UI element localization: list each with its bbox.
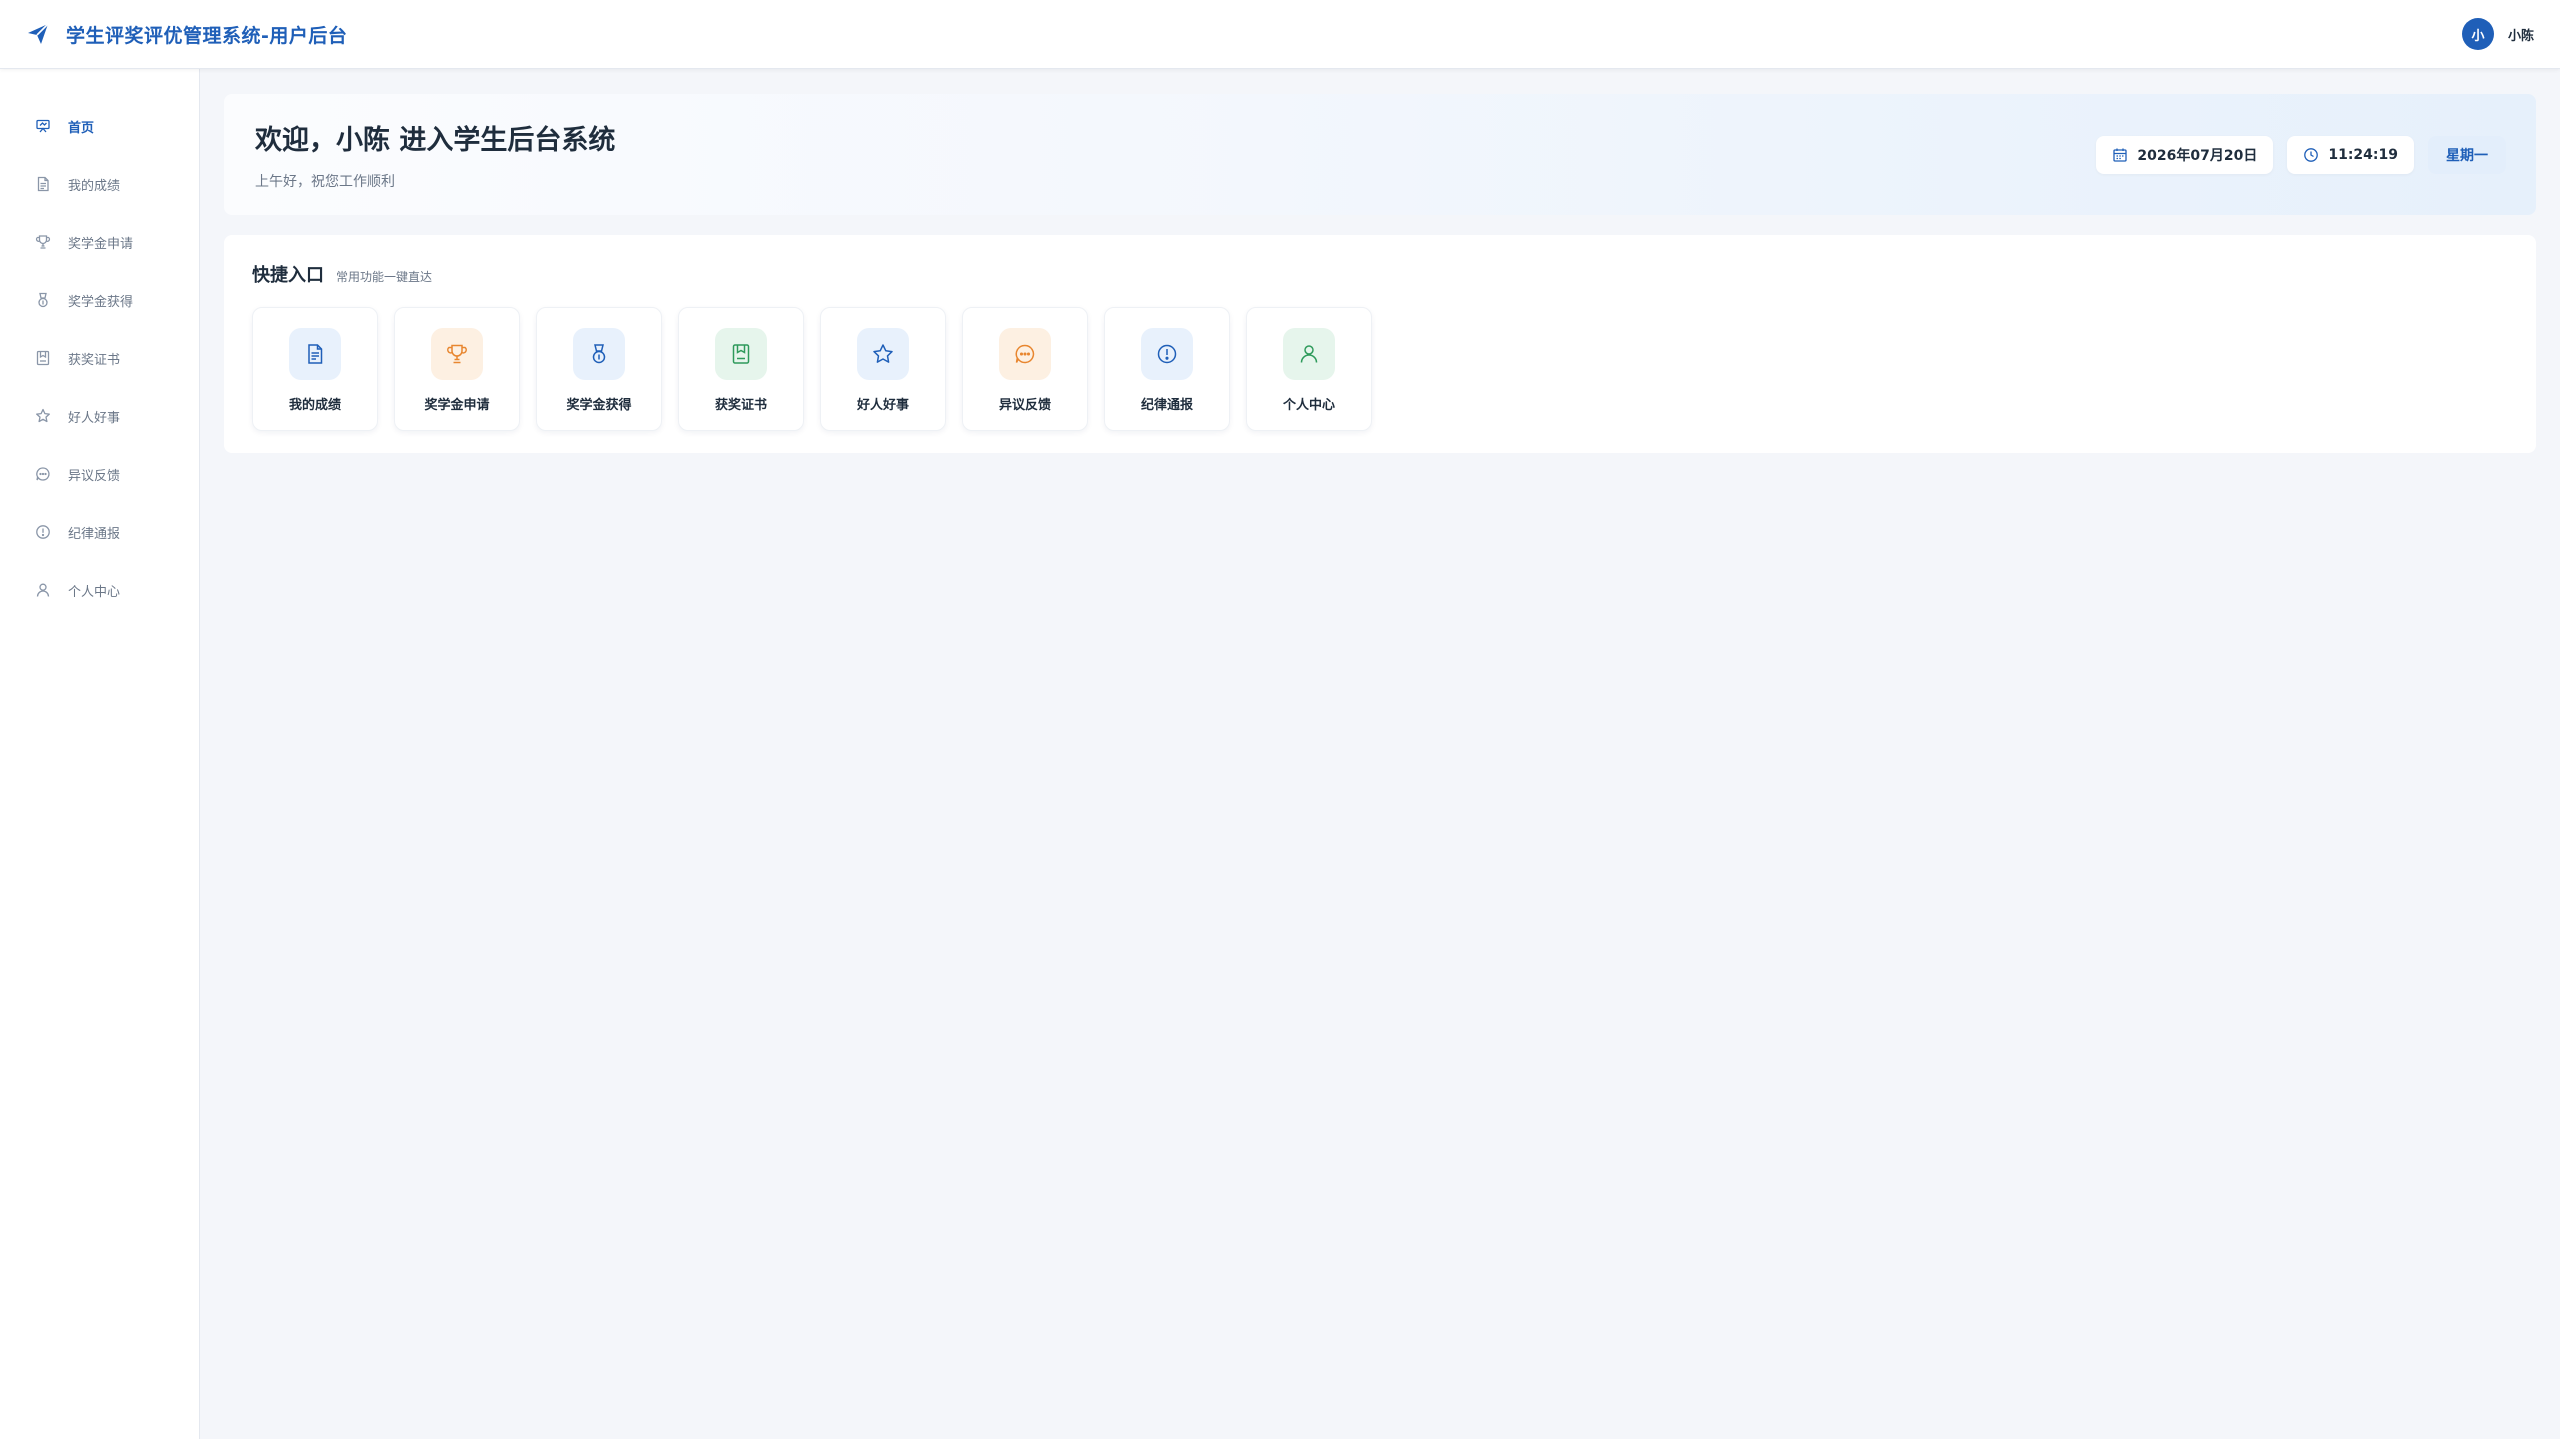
user-menu[interactable]: 小 小陈 [2461,18,2534,50]
star-icon [35,408,51,424]
user-name[interactable]: 小陈 [2508,25,2534,44]
quick-access-title: 快捷入口 [252,265,324,286]
quick-card-label: 奖学金获得 [566,398,632,413]
welcome-title: 欢迎，小陈 进入学生后台系统 [255,125,616,156]
quick-card-label: 奖学金申请 [424,398,490,413]
medal-icon [35,292,51,308]
chat-icon [999,328,1051,380]
welcome-subtitle: 上午好，祝您工作顺利 [255,174,395,190]
trophy-icon [35,234,51,250]
sidebar-item-home[interactable]: 首页 [0,97,199,155]
quick-card-good-deeds[interactable]: 好人好事 [820,307,946,431]
document-icon [35,176,51,192]
quick-card-scholarship-apply[interactable]: 奖学金申请 [394,307,520,431]
quick-card-profile[interactable]: 个人中心 [1246,307,1372,431]
quick-card-label: 异议反馈 [998,398,1051,413]
date-text: 2026年07月20日 [2137,147,2258,164]
sidebar-item-certificates[interactable]: 获奖证书 [0,329,199,387]
date-pill: 2026年07月20日 [2096,135,2274,174]
sidebar-item-profile[interactable]: 个人中心 [0,561,199,619]
datetime-group: 2026年07月20日 11:24:19 星期一 [2096,135,2506,174]
quick-card-label: 我的成绩 [288,398,341,413]
quick-card-label: 纪律通报 [1140,398,1193,413]
user-icon [35,582,51,598]
sidebar-item-scholarship-awarded[interactable]: 奖学金获得 [0,271,199,329]
medal-icon [573,328,625,380]
brand[interactable]: 学生评奖评优管理系统-用户后台 [26,21,347,48]
sidebar-item-label: 首页 [68,120,95,136]
calendar-icon [2112,147,2128,163]
sidebar-item-label: 奖学金获得 [68,294,134,310]
quick-card-label: 个人中心 [1282,398,1335,413]
time-text: 11:24:19 [2328,146,2398,163]
user-icon [1283,328,1335,380]
welcome-text: 欢迎，小陈 进入学生后台系统 上午好，祝您工作顺利 [255,118,615,191]
app-title: 学生评奖评优管理系统-用户后台 [66,24,348,47]
alert-icon [35,524,51,540]
time-pill: 11:24:19 [2287,135,2414,174]
sidebar-item-feedback[interactable]: 异议反馈 [0,445,199,503]
quick-access-panel: 快捷入口 常用功能一键直达 我的成绩 奖学金申请 奖学金获得 获奖证书 好人好事… [224,235,2536,453]
sidebar-item-label: 好人好事 [68,410,121,426]
sidebar-item-label: 异议反馈 [68,468,121,484]
sidebar-item-label: 我的成绩 [68,178,121,194]
sidebar-item-label: 奖学金申请 [68,236,134,252]
certificate-icon [715,328,767,380]
quick-card-feedback[interactable]: 异议反馈 [962,307,1088,431]
sidebar-item-label: 获奖证书 [68,352,121,368]
quick-card-label: 获奖证书 [714,398,767,413]
sidebar-item-label: 纪律通报 [68,526,121,542]
star-icon [857,328,909,380]
document-icon [289,328,341,380]
sidebar-item-scores[interactable]: 我的成绩 [0,155,199,213]
trophy-icon [431,328,483,380]
quick-access-subtitle: 常用功能一键直达 [336,270,433,284]
paper-plane-icon [26,22,50,46]
quick-card-label: 好人好事 [856,398,909,413]
quick-card-certificates[interactable]: 获奖证书 [678,307,804,431]
quick-access-cards: 我的成绩 奖学金申请 奖学金获得 获奖证书 好人好事 异议反馈 纪律通报 个人中… [252,307,2508,431]
sidebar-item-scholarship-apply[interactable]: 奖学金申请 [0,213,199,271]
quick-access-header: 快捷入口 常用功能一键直达 [252,261,2508,287]
avatar[interactable]: 小 [2461,18,2494,50]
quick-card-scores[interactable]: 我的成绩 [252,307,378,431]
certificate-icon [35,350,51,366]
chat-icon [35,466,51,482]
quick-card-discipline[interactable]: 纪律通报 [1104,307,1230,431]
weekday-badge: 星期一 [2428,135,2506,174]
main-content: 欢迎，小陈 进入学生后台系统 上午好，祝您工作顺利 2026年07月20日 11… [224,94,2536,453]
alert-icon [1141,328,1193,380]
top-bar: 学生评奖评优管理系统-用户后台 小 小陈 [0,0,2560,69]
quick-card-scholarship-awarded[interactable]: 奖学金获得 [536,307,662,431]
welcome-banner: 欢迎，小陈 进入学生后台系统 上午好，祝您工作顺利 2026年07月20日 11… [224,94,2536,215]
sidebar: 首页 我的成绩 奖学金申请 奖学金获得 获奖证书 好人好事 异议反馈 纪律通报 … [0,69,200,1439]
sidebar-item-label: 个人中心 [68,584,121,600]
sidebar-item-discipline[interactable]: 纪律通报 [0,503,199,561]
clock-icon [2303,147,2319,163]
sidebar-item-good-deeds[interactable]: 好人好事 [0,387,199,445]
home-icon [35,118,51,134]
